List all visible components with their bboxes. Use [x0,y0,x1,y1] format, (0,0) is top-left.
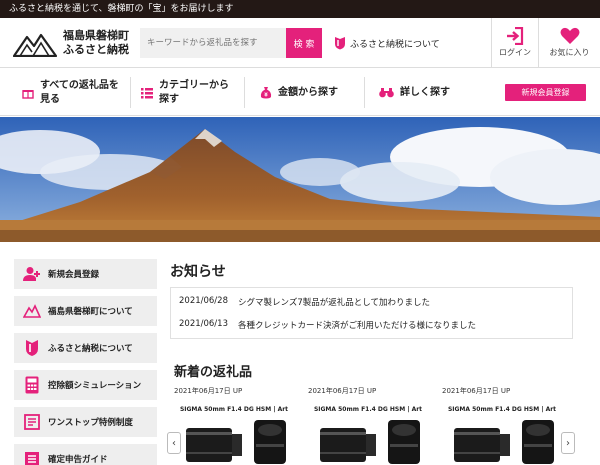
logo-line-furusato: ふるさと納税 [63,43,129,56]
site-logo[interactable]: 福島県磐梯町 ふるさと納税 [13,29,137,59]
product-date: 2021年06月17日 UP [442,387,511,395]
favorites-button[interactable]: お気に入り [538,18,600,68]
binoculars-icon [379,87,394,98]
main-navigation: すべての返礼品を 見る カテゴリーから 探す ¥ 金額から探す 詳しく探す 新規… [0,69,600,116]
guide-icon [22,449,42,465]
login-button[interactable]: ログイン [491,18,538,68]
product-name: SIGMA 50mm F1.4 DG HSM | Art [313,406,423,413]
search-input[interactable] [140,28,286,58]
user-plus-icon [22,264,42,284]
logo-text: 福島県磐梯町 ふるさと納税 [63,29,129,57]
nav-category-line2: 探す [159,93,179,105]
lens-product-image [454,420,554,464]
news-date: 2021/06/13 [179,319,228,329]
product-card[interactable]: 2021年06月17日 UP SIGMA 50mm F1.4 DG HSM | … [442,386,562,464]
gift-icon [22,87,34,99]
sidebar-item-town[interactable]: 福島県磐梯町について [14,296,157,326]
sidebar-item-furusato-label: ふるさと納税について [48,344,133,354]
product-card[interactable]: 2021年06月17日 UP SIGMA 50mm F1.4 DG HSM | … [174,386,294,464]
top-announcement-text: ふるさと納税を通じて、磐梯町の「宝」をお届けします [9,4,234,14]
product-date: 2021年06月17日 UP [174,387,243,395]
nav-all-items[interactable]: すべての返礼品を 見る [22,69,119,116]
nav-all-items-label: すべての返礼品を 見る [40,79,119,107]
nav-divider [130,77,131,108]
lens-product-image [320,420,420,464]
nav-all-items-line2: 見る [40,93,60,105]
news-heading: お知らせ [170,264,226,280]
heart-icon [560,27,579,44]
sidebar-item-onestop-label: ワンストップ特例制度 [48,418,133,428]
about-furusato-label: ふるさと納税について [350,39,440,50]
search-button[interactable]: 検 索 [286,28,322,58]
sidebar-item-furusato[interactable]: ふるさと納税について [14,333,157,363]
product-name: SIGMA 50mm F1.4 DG HSM | Art [447,406,557,413]
nav-register-button[interactable]: 新規会員登録 [505,84,586,101]
search-box: 検 索 [140,28,322,58]
news-item[interactable]: 2021/06/28 シグマ製レンズ7製品が返礼品として加わりました [179,296,430,308]
login-label: ログイン [499,48,531,57]
mountain-icon [22,301,42,321]
news-item[interactable]: 2021/06/13 各種クレジットカード決済がご利用いただける様になりました [179,319,476,331]
news-text: 各種クレジットカード決済がご利用いただける様になりました [238,321,477,331]
hero-banner-mountain [0,117,600,242]
nav-detailed-search-label: 詳しく探す [400,86,450,98]
product-name: SIGMA 50mm F1.4 DG HSM | Art [179,406,289,413]
sidebar-item-simulation-label: 控除額シミュレーション [48,381,142,391]
hero-mountain-image [0,117,600,242]
sidebar-item-onestop[interactable]: ワンストップ特例制度 [14,407,157,437]
sidebar-item-tax-guide-label: 確定申告ガイド [48,455,108,465]
list-icon [141,87,153,99]
nav-category-line1: カテゴリーから [159,79,229,91]
news-date: 2021/06/28 [179,296,228,306]
product-card[interactable]: 2021年06月17日 UP SIGMA 50mm F1.4 DG HSM | … [308,386,428,464]
nav-divider [244,77,245,108]
carousel-prev-button[interactable]: ‹ [167,432,181,454]
document-icon [22,412,42,432]
money-bag-icon: ¥ [260,86,272,99]
sidebar-item-simulation[interactable]: 控除額シミュレーション [14,370,157,400]
shield-icon [22,338,42,358]
nav-amount[interactable]: ¥ 金額から探す [260,69,338,116]
sidebar-item-town-label: 福島県磐梯町について [48,307,133,317]
nav-divider [364,77,365,108]
login-icon [507,27,524,45]
nav-all-items-line1: すべての返礼品を [40,79,119,91]
svg-text:¥: ¥ [264,93,268,99]
nav-amount-label: 金額から探す [278,86,338,98]
about-furusato-link[interactable]: ふるさと納税について [334,35,440,51]
news-list: 2021/06/28 シグマ製レンズ7製品が返礼品として加わりました 2021/… [170,287,573,339]
mountain-logo-icon [13,33,57,57]
nav-category[interactable]: カテゴリーから 探す [141,69,229,116]
sidebar-item-register[interactable]: 新規会員登録 [14,259,157,289]
sidebar-item-register-label: 新規会員登録 [48,270,100,280]
news-text: シグマ製レンズ7製品が返礼品として加わりました [238,298,430,308]
logo-line-town: 福島県磐梯町 [63,29,129,42]
nav-category-label: カテゴリーから 探す [159,79,229,107]
shield-icon [335,37,345,50]
calculator-icon [22,375,42,395]
new-items-heading: 新着の返礼品 [174,365,253,380]
lens-product-image [186,420,286,464]
favorites-label: お気に入り [549,48,590,57]
site-header: 福島県磐梯町 ふるさと納税 検 索 ふるさと納税について ログイン お気に入り [0,18,600,68]
carousel-next-button[interactable]: › [561,432,575,454]
product-date: 2021年06月17日 UP [308,387,377,395]
top-announcement-bar: ふるさと納税を通じて、磐梯町の「宝」をお届けします [0,0,600,18]
nav-detailed-search[interactable]: 詳しく探す [379,69,450,116]
sidebar-item-tax-guide[interactable]: 確定申告ガイド [14,444,157,465]
